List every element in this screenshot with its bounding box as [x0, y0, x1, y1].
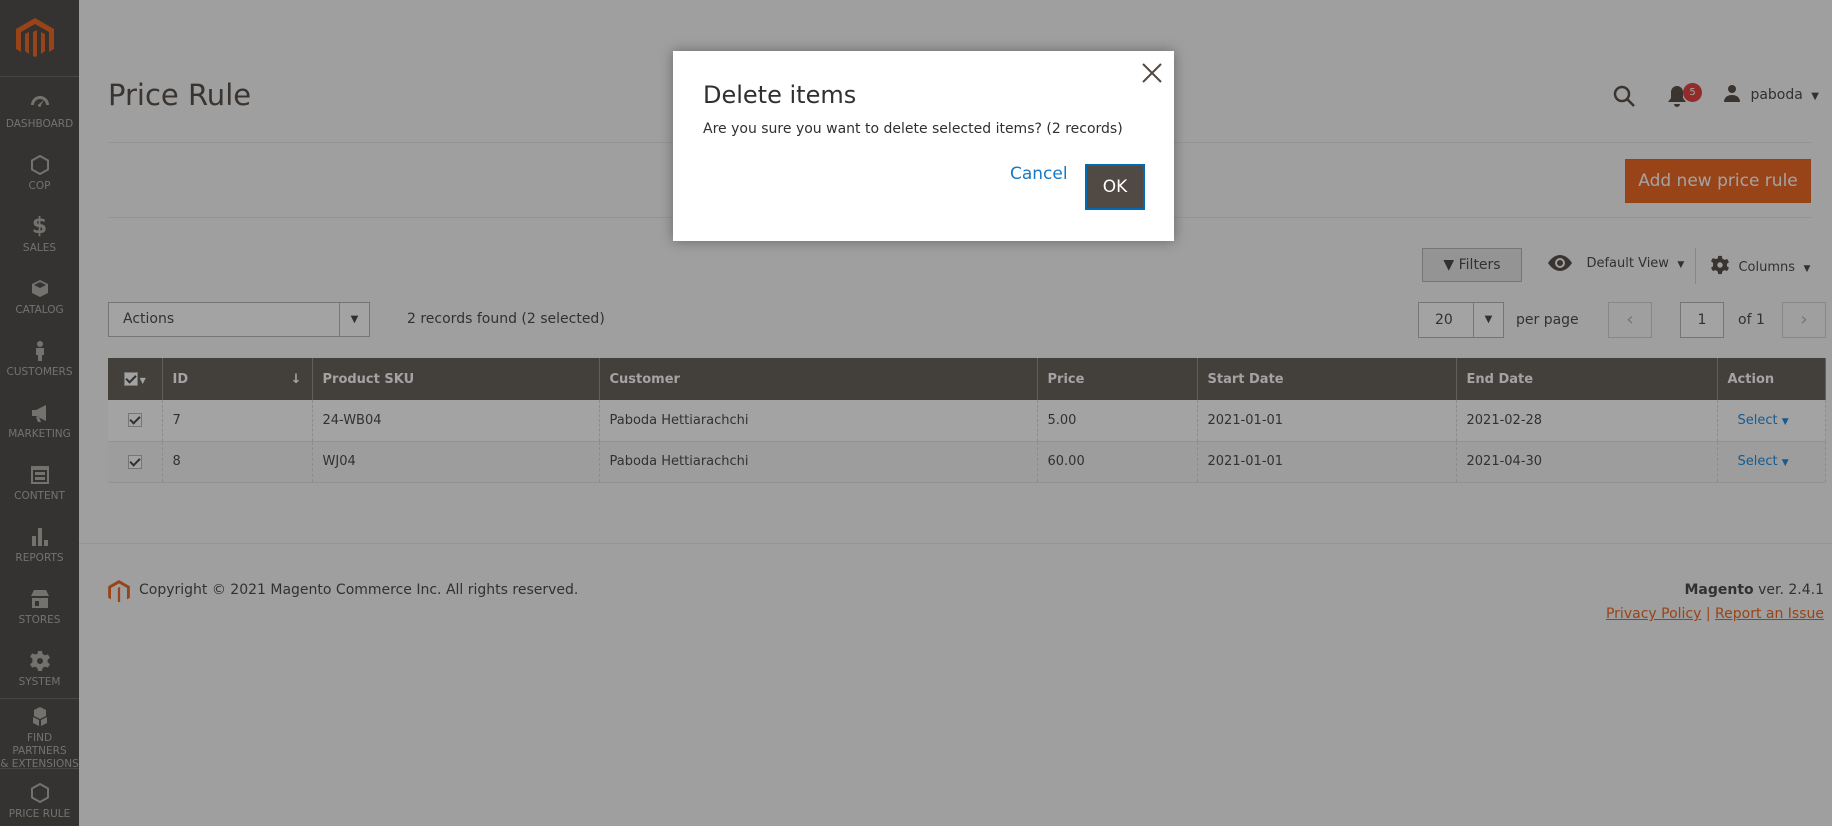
close-icon[interactable] — [1138, 59, 1166, 87]
cancel-button[interactable]: Cancel — [1010, 164, 1068, 184]
delete-confirm-modal: Delete items Are you sure you want to de… — [673, 51, 1174, 241]
modal-message: Are you sure you want to delete selected… — [703, 121, 1123, 137]
modal-title: Delete items — [703, 81, 857, 109]
ok-button[interactable]: OK — [1085, 164, 1145, 210]
